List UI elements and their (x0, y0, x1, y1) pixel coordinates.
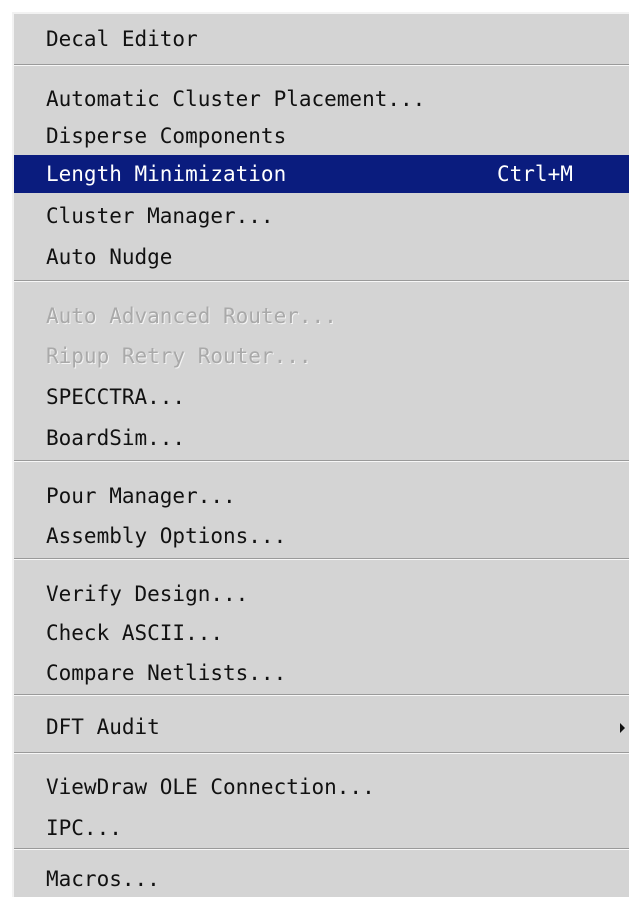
menu-item-specctra[interactable]: SPECCTRA... (14, 378, 629, 416)
menu-separator (14, 694, 629, 696)
menu-item-shortcut: Ctrl+M (497, 162, 573, 186)
menu-item-label: IPC... (46, 816, 122, 840)
menu-item-label: Compare Netlists... (46, 661, 287, 685)
menu-item-label: Length Minimization (46, 162, 287, 186)
menu-separator (14, 848, 629, 850)
menu-item-compare-netlists[interactable]: Compare Netlists... (14, 654, 629, 692)
menu-item-label: Verify Design... (46, 582, 249, 606)
menu-item-automatic-cluster-placement[interactable]: Automatic Cluster Placement... (14, 80, 629, 118)
menu-item-label: DFT Audit (46, 715, 160, 739)
menu-item-ripup-retry-router: Ripup Retry Router... (14, 337, 629, 375)
menu-item-cluster-manager[interactable]: Cluster Manager... (14, 197, 629, 235)
menu-separator (14, 460, 629, 462)
menu-item-label: Auto Advanced Router... (46, 304, 337, 328)
menu-item-viewdraw-ole-connection[interactable]: ViewDraw OLE Connection... (14, 768, 629, 806)
menu-separator (14, 558, 629, 560)
menu-item-pour-manager[interactable]: Pour Manager... (14, 477, 629, 515)
menu-separator (14, 280, 629, 282)
menu-item-length-minimization[interactable]: Length Minimization Ctrl+M (14, 155, 629, 193)
menu-item-check-ascii[interactable]: Check ASCII... (14, 614, 629, 652)
menu-item-label: Ripup Retry Router... (46, 344, 312, 368)
menu-item-label: Pour Manager... (46, 484, 236, 508)
menu-item-label: Cluster Manager... (46, 204, 274, 228)
menu-item-label: Auto Nudge (46, 245, 173, 269)
menu-item-label: Macros... (46, 867, 160, 891)
menu-item-label: Assembly Options... (46, 524, 287, 548)
menu-item-label: ViewDraw OLE Connection... (46, 775, 375, 799)
menu-item-macros[interactable]: Macros... (14, 860, 629, 898)
menu-item-label: BoardSim... (46, 426, 186, 450)
menu-item-dft-audit[interactable]: DFT Audit (14, 708, 629, 746)
menu-item-verify-design[interactable]: Verify Design... (14, 575, 629, 613)
menu-item-decal-editor[interactable]: Decal Editor (14, 20, 629, 58)
menu-item-assembly-options[interactable]: Assembly Options... (14, 517, 629, 555)
tools-menu: Decal Editor Automatic Cluster Placement… (12, 12, 629, 897)
menu-item-label: Disperse Components (46, 124, 287, 148)
menu-item-label: Check ASCII... (46, 621, 224, 645)
menu-item-boardsim[interactable]: BoardSim... (14, 419, 629, 457)
menu-item-label: Decal Editor (46, 27, 198, 51)
menu-item-disperse-components[interactable]: Disperse Components (14, 117, 629, 155)
menu-item-label: SPECCTRA... (46, 385, 186, 409)
menu-item-label: Automatic Cluster Placement... (46, 87, 426, 111)
menu-item-auto-advanced-router: Auto Advanced Router... (14, 297, 629, 335)
menu-item-auto-nudge[interactable]: Auto Nudge (14, 238, 629, 276)
menu-item-ipc[interactable]: IPC... (14, 809, 629, 847)
menu-separator (14, 752, 629, 754)
chevron-right-icon (620, 723, 625, 733)
menu-separator (14, 64, 629, 66)
